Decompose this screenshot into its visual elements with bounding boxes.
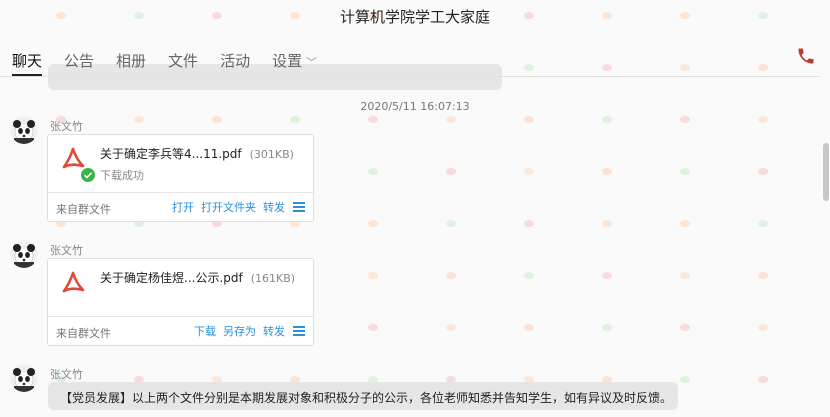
file-message-card[interactable]: 关于确定杨佳煜...公示.pdf (161KB) 来自群文件 下载 另存为 转发 (47, 258, 314, 346)
background-dot (446, 168, 456, 175)
background-dot (680, 272, 690, 279)
scrollbar-thumb[interactable] (823, 143, 829, 201)
window-header: 计算机学院学工大家庭 (0, 0, 830, 30)
tab-files-label: 文件 (168, 52, 199, 70)
file-size: (301KB) (249, 148, 294, 161)
tab-activities-label: 活动 (220, 52, 251, 70)
tab-bar: 聊天 公告 相册 文件 活动 设置 ﹀ (12, 50, 339, 76)
message-text: 【党员发展】以上两个文件分别是本期发展对象和积极分子的公示，各位老师知悉并告知学… (60, 391, 673, 405)
background-dot (368, 272, 378, 279)
file-source-label: 来自群文件 (56, 327, 111, 340)
background-dot (758, 116, 768, 123)
file-name-text: 关于确定李兵等4...11.pdf (100, 147, 242, 161)
file-card-footer: 来自群文件 打开 打开文件夹 转发 (48, 192, 313, 222)
panda-avatar-icon (10, 116, 38, 144)
background-dot (602, 64, 612, 71)
background-dot (680, 220, 690, 227)
file-source-label: 来自群文件 (56, 203, 111, 216)
file-actions: 打开 打开文件夹 转发 (165, 199, 305, 215)
background-dot (368, 168, 378, 175)
tab-activities[interactable]: 活动 (220, 50, 250, 72)
tab-settings[interactable]: 设置 ﹀ (272, 50, 317, 72)
background-dot (602, 324, 612, 331)
download-status: 下载成功 (100, 169, 144, 182)
background-dot (212, 116, 222, 123)
background-dot (368, 116, 378, 123)
open-file-link[interactable]: 打开 (172, 199, 194, 215)
background-dot (524, 168, 534, 175)
background-dot (758, 220, 768, 227)
background-dot (446, 272, 456, 279)
background-dot (524, 64, 534, 71)
file-card-body[interactable]: 关于确定李兵等4...11.pdf (301KB) 下载成功 (48, 135, 313, 192)
tab-album[interactable]: 相册 (116, 50, 146, 72)
phone-icon[interactable] (796, 46, 816, 66)
background-dot (758, 64, 768, 71)
background-dot (680, 168, 690, 175)
file-name: 关于确定杨佳煜...公示.pdf (161KB) (100, 269, 295, 286)
menu-icon[interactable] (293, 326, 305, 336)
panda-avatar-icon (10, 240, 38, 268)
pdf-icon (62, 271, 85, 293)
background-dot (602, 272, 612, 279)
chevron-down-icon: ﹀ (306, 56, 318, 69)
background-dot (524, 116, 534, 123)
background-dot (446, 116, 456, 123)
background-dot (680, 324, 690, 331)
background-dot (446, 220, 456, 227)
background-dot (134, 116, 144, 123)
sender-name: 张文竹 (50, 368, 83, 381)
background-dot (680, 116, 690, 123)
background-dot (368, 220, 378, 227)
menu-icon[interactable] (293, 202, 305, 212)
scrollbar-track[interactable] (822, 78, 830, 417)
file-actions: 下载 另存为 转发 (187, 323, 305, 339)
file-name: 关于确定李兵等4...11.pdf (301KB) (100, 145, 294, 162)
background-dot (602, 116, 612, 123)
file-name-text: 关于确定杨佳煜...公示.pdf (100, 271, 243, 285)
tab-files[interactable]: 文件 (168, 50, 198, 72)
background-dot (758, 324, 768, 331)
tab-chat-label: 聊天 (12, 52, 43, 70)
background-dot (524, 220, 534, 227)
tab-announcements-label: 公告 (64, 52, 95, 70)
sender-name: 张文竹 (50, 244, 83, 257)
background-dot (758, 168, 768, 175)
background-dot (758, 272, 768, 279)
background-dot (758, 376, 768, 383)
avatar[interactable] (10, 240, 38, 268)
background-dot (446, 324, 456, 331)
file-card-footer: 来自群文件 下载 另存为 转发 (48, 316, 313, 346)
message-timestamp: 2020/5/11 16:07:13 (360, 100, 470, 113)
sender-name: 张文竹 (50, 120, 83, 133)
file-message-card[interactable]: 关于确定李兵等4...11.pdf (301KB) 下载成功 来自群文件 打开 打… (47, 134, 314, 222)
tab-chat[interactable]: 聊天 (12, 50, 43, 76)
background-dot (602, 220, 612, 227)
background-dot (524, 272, 534, 279)
forward-link[interactable]: 转发 (263, 323, 285, 339)
tab-album-label: 相册 (116, 52, 147, 70)
open-folder-link[interactable]: 打开文件夹 (201, 199, 256, 215)
file-card-body[interactable]: 关于确定杨佳煜...公示.pdf (161KB) (48, 259, 313, 316)
download-link[interactable]: 下载 (194, 323, 216, 339)
tab-settings-label: 设置 (272, 52, 303, 70)
check-icon (81, 168, 95, 182)
avatar[interactable] (10, 364, 38, 392)
tab-divider (0, 76, 820, 77)
background-dot (290, 116, 300, 123)
text-message-bubble[interactable]: 【党员发展】以上两个文件分别是本期发展对象和积极分子的公示，各位老师知悉并告知学… (48, 382, 678, 410)
file-size: (161KB) (250, 272, 296, 285)
forward-link[interactable]: 转发 (263, 199, 285, 215)
avatar[interactable] (10, 116, 38, 144)
background-dot (602, 168, 612, 175)
background-dot (680, 64, 690, 71)
panda-avatar-icon (10, 364, 38, 392)
tab-announcements[interactable]: 公告 (64, 50, 94, 72)
window-title: 计算机学院学工大家庭 (339, 8, 490, 26)
save-as-link[interactable]: 另存为 (223, 323, 256, 339)
background-dot (524, 324, 534, 331)
background-dot (680, 376, 690, 383)
background-dot (368, 324, 378, 331)
